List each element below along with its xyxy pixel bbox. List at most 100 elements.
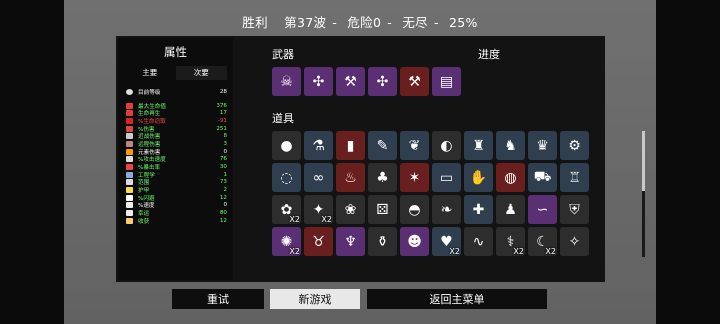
item-slot[interactable]: ◌ bbox=[272, 163, 301, 192]
stat-row: 远程伤害 3 bbox=[126, 140, 227, 148]
item-slot[interactable]: ♜ bbox=[464, 131, 493, 160]
item-slot[interactable]: ▭ bbox=[432, 163, 461, 192]
helmet-icon: ◓ bbox=[408, 201, 421, 218]
stat-value: 376 bbox=[216, 102, 227, 109]
tab-secondary[interactable]: 次要 bbox=[175, 66, 227, 80]
item-slot[interactable]: ● bbox=[272, 131, 301, 160]
item-slot[interactable]: ❧ bbox=[432, 195, 461, 224]
stat-row: 最大生命值 376 bbox=[126, 102, 227, 110]
item-slot[interactable]: ♖ bbox=[560, 163, 589, 192]
weapon-slot[interactable]: ☠ bbox=[272, 67, 301, 96]
stat-value: 12 bbox=[219, 194, 227, 201]
main-menu-button[interactable]: 返回主菜单 bbox=[367, 289, 547, 309]
scarf-icon: ∿ bbox=[472, 233, 485, 250]
snail-icon: ◐ bbox=[440, 137, 453, 154]
item-slot[interactable]: ⚄ bbox=[368, 195, 397, 224]
item-slot[interactable]: ∞ bbox=[304, 163, 333, 192]
item-slot[interactable]: ♛ bbox=[528, 131, 557, 160]
hammer-icon: ⚒ bbox=[344, 73, 357, 90]
item-slot[interactable]: ✚ bbox=[464, 195, 493, 224]
item-slot[interactable]: ❀ bbox=[336, 195, 365, 224]
medkit-icon: ✚ bbox=[472, 201, 485, 218]
item-slot[interactable]: ♉ bbox=[304, 227, 333, 256]
item-quantity: X2 bbox=[449, 247, 460, 256]
damage-icon bbox=[126, 125, 133, 132]
stats-title: 属性 bbox=[164, 45, 187, 59]
item-quantity: X2 bbox=[513, 247, 524, 256]
stat-row: %速度 0 bbox=[126, 202, 227, 209]
items-label: 道具 bbox=[272, 112, 294, 125]
item-slot[interactable]: ✎ bbox=[368, 131, 397, 160]
item-slot[interactable]: ☻ bbox=[400, 227, 429, 256]
range-icon bbox=[126, 179, 133, 186]
weapon-slot[interactable]: ✣ bbox=[304, 67, 333, 96]
weapon-slot[interactable]: ⚒ bbox=[400, 67, 429, 96]
stat-value: 2 bbox=[223, 187, 227, 194]
harvest-icon bbox=[126, 217, 133, 224]
item-slot[interactable]: ♆ bbox=[336, 227, 365, 256]
item-slot[interactable]: ✿ X2 bbox=[272, 195, 301, 224]
scrollbar-thumb[interactable] bbox=[642, 131, 645, 191]
weapon-slot[interactable]: ⚒ bbox=[336, 67, 365, 96]
item-slot[interactable]: ∿ bbox=[464, 227, 493, 256]
item-slot[interactable]: ∽ bbox=[528, 195, 557, 224]
elemental-icon bbox=[126, 148, 133, 155]
stat-row: 生命再生 17 bbox=[126, 109, 227, 117]
weapon-slot[interactable]: ✣ bbox=[368, 67, 397, 96]
danger-text: 危险0 bbox=[347, 15, 382, 30]
item-slot[interactable]: ✋ bbox=[464, 163, 493, 192]
stats-panel: 属性 主要 次要 目前等级 28 最大生命值 376 生命再生 17 %生命窃取 -91%… bbox=[118, 38, 233, 280]
item-slot[interactable]: ❦ bbox=[400, 131, 429, 160]
item-slot[interactable]: ✦ X2 bbox=[304, 195, 333, 224]
item-slot[interactable]: ♟ bbox=[496, 195, 525, 224]
progress-text: 25% bbox=[449, 15, 478, 30]
weapons-label: 武器 bbox=[272, 48, 294, 61]
item-slot[interactable]: ♨ bbox=[336, 163, 365, 192]
skull-staff-icon: ☠ bbox=[280, 73, 293, 90]
item-quantity: X2 bbox=[289, 215, 300, 224]
potion-icon: ⚗ bbox=[312, 137, 325, 154]
armor-icon bbox=[126, 187, 133, 194]
bottle-icon: ⚱ bbox=[376, 233, 389, 250]
items-scrollbar[interactable] bbox=[642, 131, 645, 257]
heart-icon bbox=[126, 102, 133, 109]
dodge-icon bbox=[126, 194, 133, 201]
item-slot[interactable]: ⚱ bbox=[368, 227, 397, 256]
game-screen: 胜利 第37波 - 危险0- 无尽 - 25% 属性 主要 次要 目前等级 28 最… bbox=[64, 0, 656, 324]
item-slot[interactable]: ♣ bbox=[368, 163, 397, 192]
stat-label: 收获 bbox=[138, 218, 150, 225]
item-slot[interactable]: ⛨ bbox=[560, 195, 589, 224]
stat-row: %闪避 12 bbox=[126, 194, 227, 202]
stat-row: 护甲 2 bbox=[126, 186, 227, 194]
item-slot[interactable]: ✺ X2 bbox=[272, 227, 301, 256]
glove-icon: ✋ bbox=[469, 169, 488, 186]
item-slot[interactable]: ⚕ X2 bbox=[496, 227, 525, 256]
item-slot[interactable]: ⚙ bbox=[560, 131, 589, 160]
item-slot[interactable]: ✶ bbox=[400, 163, 429, 192]
penguin-icon: ♟ bbox=[504, 201, 517, 218]
item-slot[interactable]: ⛟ bbox=[528, 163, 557, 192]
item-slot[interactable]: ♥ X2 bbox=[432, 227, 461, 256]
item-slot[interactable]: ⚗ bbox=[304, 131, 333, 160]
new-game-button[interactable]: 新游戏 bbox=[270, 289, 360, 309]
tab-primary[interactable]: 主要 bbox=[124, 66, 176, 80]
item-slot[interactable]: ◓ bbox=[400, 195, 429, 224]
melee-icon bbox=[126, 133, 133, 140]
item-slot[interactable]: ◍ bbox=[496, 163, 525, 192]
crossbow-icon: ✣ bbox=[312, 73, 325, 90]
item-slot[interactable]: ♞ bbox=[496, 131, 525, 160]
item-slot[interactable]: ☾ X2 bbox=[528, 227, 557, 256]
weapon-slot[interactable]: ▤ bbox=[432, 67, 461, 96]
stat-value: 251 bbox=[216, 125, 227, 132]
item-slot[interactable]: ✧ bbox=[560, 227, 589, 256]
mammoth-icon: ♉ bbox=[312, 233, 325, 250]
stat-value: 73 bbox=[219, 179, 227, 186]
stat-row: %攻击速度 76 bbox=[126, 156, 227, 163]
item-slot[interactable]: ◐ bbox=[432, 131, 461, 160]
cake-icon: ♣ bbox=[376, 169, 389, 186]
luck-icon bbox=[126, 210, 133, 217]
cape-icon: ♨ bbox=[344, 169, 357, 186]
item-slot[interactable]: ▮ bbox=[336, 131, 365, 160]
retry-button[interactable]: 重试 bbox=[172, 289, 264, 309]
bush-icon: ❧ bbox=[440, 201, 453, 218]
